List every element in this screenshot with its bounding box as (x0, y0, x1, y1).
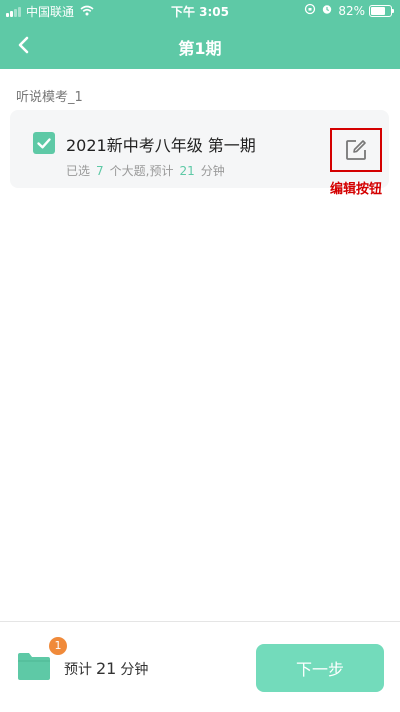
status-right: 82% (304, 3, 394, 18)
status-bar: 中国联通 下午 3:05 82% (0, 0, 400, 22)
summary-suffix: 分钟 (200, 164, 225, 178)
battery-icon (369, 4, 394, 17)
page-title: 第1期 (178, 39, 222, 58)
header: 中国联通 下午 3:05 82% 第1期 (0, 0, 400, 69)
alarm-icon (321, 3, 333, 18)
exam-summary: 已选 7 个大题,预计 21 分钟 (66, 162, 225, 179)
exam-title: 2021新中考八年级 第一期 (66, 136, 256, 155)
minutes-count: 21 (179, 164, 195, 178)
check-icon (37, 138, 51, 149)
footer-estimate: 预计 21 分钟 (64, 659, 148, 679)
summary-middle: 个大题,预计 (109, 164, 174, 178)
edit-icon (346, 140, 366, 160)
selection-count-badge: 1 (49, 637, 67, 655)
exam-checkbox[interactable] (33, 132, 55, 154)
folder-icon[interactable] (17, 651, 51, 681)
section-label: 听说模考_1 (16, 90, 83, 105)
estimate-suffix: 分钟 (120, 662, 149, 678)
summary-prefix: 已选 (66, 164, 91, 178)
question-count: 7 (96, 164, 104, 178)
nav-bar: 第1期 (0, 22, 400, 69)
battery-percent: 82% (338, 3, 365, 18)
estimate-minutes: 21 (96, 659, 117, 678)
estimate-prefix: 预计 (64, 662, 92, 678)
next-step-button[interactable]: 下一步 (256, 644, 384, 692)
edit-button[interactable] (330, 128, 382, 172)
orientation-lock-icon (304, 3, 316, 18)
edit-button-caption: 编辑按钮 (330, 182, 383, 197)
